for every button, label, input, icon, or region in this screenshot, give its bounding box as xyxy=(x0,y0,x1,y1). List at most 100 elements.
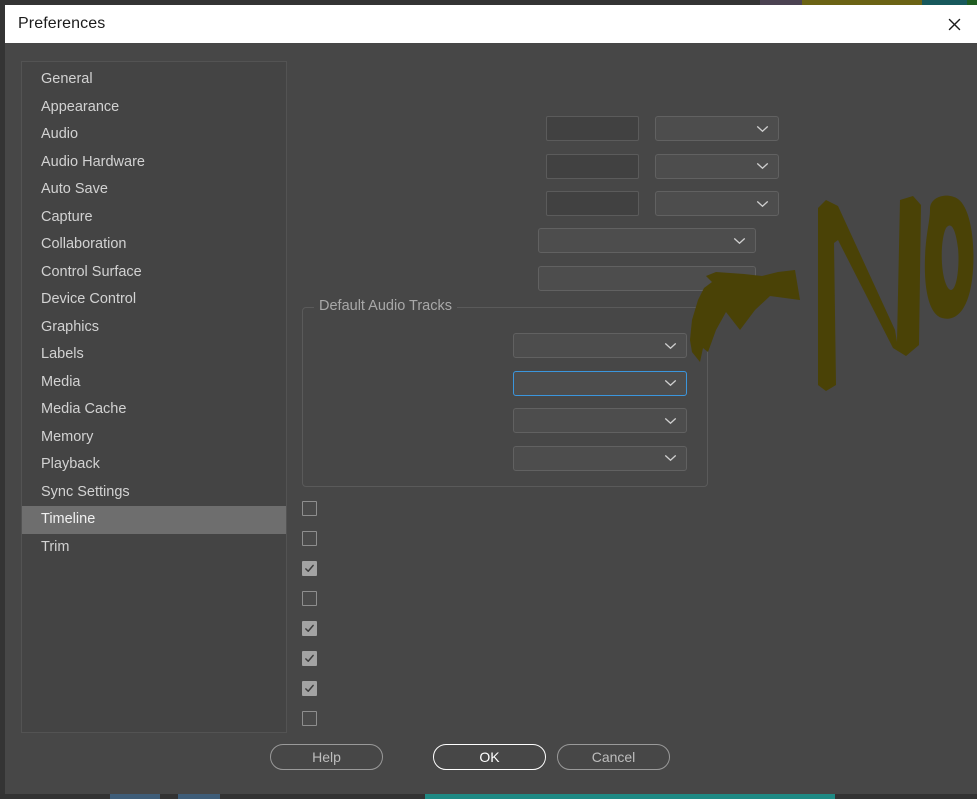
dialog-title: Preferences xyxy=(18,15,106,32)
sidebar-item-media[interactable]: Media xyxy=(22,369,286,397)
strip-segment xyxy=(220,794,425,799)
scrolling-row xyxy=(297,228,756,253)
checkbox-row[interactable] xyxy=(302,553,326,583)
checkbox-checked-icon[interactable] xyxy=(302,560,317,576)
strip-segment xyxy=(0,794,110,799)
sidebar-item-label: Trim xyxy=(41,538,70,555)
audio-track-select[interactable] xyxy=(513,445,687,471)
audio-track-row xyxy=(303,333,687,358)
checkbox-row[interactable] xyxy=(302,673,326,703)
chevron-down-icon xyxy=(756,125,769,132)
audio-track-row xyxy=(303,370,687,396)
close-icon[interactable] xyxy=(931,5,977,43)
chevron-down-icon xyxy=(733,275,746,282)
cancel-button[interactable]: Cancel xyxy=(557,744,670,770)
preferences-dialog: Preferences General Appearance Audio Aud… xyxy=(5,5,977,794)
sidebar-item-label: Memory xyxy=(41,428,94,445)
sidebar-item-sync-settings[interactable]: Sync Settings xyxy=(22,479,286,507)
timeline-settings-pane: Default Audio Tracks xyxy=(297,43,977,794)
sidebar-item-control-surface[interactable]: Control Surface xyxy=(22,259,286,287)
checkbox-unchecked-icon[interactable] xyxy=(302,530,317,546)
checkbox-row[interactable] xyxy=(302,493,326,523)
preferences-category-list[interactable]: General Appearance Audio Audio Hardware … xyxy=(21,61,287,733)
checkbox-unchecked-icon[interactable] xyxy=(302,500,317,516)
sidebar-item-label: Appearance xyxy=(41,98,120,115)
dialog-titlebar: Preferences xyxy=(5,5,977,43)
scrolling-row xyxy=(297,265,756,291)
chevron-down-icon xyxy=(664,342,677,349)
sidebar-item-label: Timeline xyxy=(41,511,96,527)
check-icon xyxy=(305,684,314,692)
audio-track-row xyxy=(303,408,687,433)
chevron-down-icon xyxy=(664,455,677,462)
sidebar-item-graphics[interactable]: Graphics xyxy=(22,314,286,342)
scrolling-select[interactable] xyxy=(538,228,756,253)
sidebar-item-trim[interactable]: Trim xyxy=(22,534,286,562)
duration-unit-select[interactable] xyxy=(655,116,779,141)
sidebar-item-label: Device Control xyxy=(41,291,137,307)
sidebar-item-playback[interactable]: Playback xyxy=(22,451,286,479)
checkbox-checked-icon[interactable] xyxy=(302,620,317,636)
duration-unit-select[interactable] xyxy=(655,191,779,216)
sidebar-item-label: Auto Save xyxy=(41,181,108,197)
duration-value-input[interactable] xyxy=(546,116,639,141)
checkbox-row[interactable] xyxy=(302,613,326,643)
checkbox-row[interactable] xyxy=(302,643,326,673)
strip-segment xyxy=(110,794,160,799)
sidebar-item-collaboration[interactable]: Collaboration xyxy=(22,231,286,259)
sidebar-item-device-control[interactable]: Device Control xyxy=(22,286,286,314)
checkbox-checked-icon[interactable] xyxy=(302,650,317,666)
chevron-down-icon xyxy=(664,417,677,424)
sidebar-item-label: Collaboration xyxy=(41,236,127,252)
sidebar-item-memory[interactable]: Memory xyxy=(22,424,286,452)
chevron-down-icon xyxy=(664,380,677,387)
sidebar-item-timeline[interactable]: Timeline xyxy=(22,506,286,534)
timeline-options-checklist xyxy=(302,493,326,733)
help-button[interactable]: Help xyxy=(270,744,383,770)
duration-value-input[interactable] xyxy=(546,153,639,179)
ok-button[interactable]: OK xyxy=(433,744,546,770)
sidebar-item-auto-save[interactable]: Auto Save xyxy=(22,176,286,204)
sidebar-item-label: General xyxy=(41,71,93,87)
sidebar-item-general[interactable]: General xyxy=(22,66,286,94)
sidebar-item-label: Sync Settings xyxy=(41,483,130,500)
checkbox-row[interactable] xyxy=(302,583,326,613)
checkbox-checked-icon[interactable] xyxy=(302,680,317,696)
backdrop-bottom-strip xyxy=(0,794,977,799)
checkbox-unchecked-icon[interactable] xyxy=(302,710,317,726)
strip-segment xyxy=(835,794,977,799)
checkbox-row[interactable] xyxy=(302,523,326,553)
sidebar-item-label: Media Cache xyxy=(41,401,127,417)
strip-segment xyxy=(178,794,220,799)
sidebar-item-label: Control Surface xyxy=(41,263,142,280)
sidebar-item-audio-hardware[interactable]: Audio Hardware xyxy=(22,149,286,177)
check-icon xyxy=(305,624,314,632)
duration-row xyxy=(297,191,779,216)
sidebar-item-label: Capture xyxy=(41,208,93,225)
checkbox-unchecked-icon[interactable] xyxy=(302,590,317,606)
sidebar-item-audio[interactable]: Audio xyxy=(22,121,286,149)
duration-row xyxy=(297,153,779,179)
checkbox-row[interactable] xyxy=(302,703,326,733)
sidebar-item-appearance[interactable]: Appearance xyxy=(22,94,286,122)
audio-track-select[interactable] xyxy=(513,408,687,433)
check-icon xyxy=(305,654,314,662)
sidebar-item-label: Audio Hardware xyxy=(41,153,145,170)
sidebar-item-labels[interactable]: Labels xyxy=(22,341,286,369)
default-audio-tracks-group: Default Audio Tracks xyxy=(302,298,708,487)
audio-track-row xyxy=(303,445,687,471)
duration-unit-select[interactable] xyxy=(655,153,779,179)
chevron-down-icon xyxy=(756,200,769,207)
dialog-footer: Help OK Cancel xyxy=(5,732,977,794)
sidebar-item-label: Media xyxy=(41,373,81,390)
sidebar-item-media-cache[interactable]: Media Cache xyxy=(22,396,286,424)
duration-value-input[interactable] xyxy=(546,191,639,216)
sidebar-item-capture[interactable]: Capture xyxy=(22,204,286,232)
check-icon xyxy=(305,564,314,572)
group-title: Default Audio Tracks xyxy=(314,298,457,314)
scrolling-select[interactable] xyxy=(538,265,756,291)
audio-track-select[interactable] xyxy=(513,333,687,358)
strip-segment xyxy=(425,794,835,799)
sidebar-item-label: Labels xyxy=(41,346,84,362)
audio-track-select[interactable] xyxy=(513,370,687,396)
